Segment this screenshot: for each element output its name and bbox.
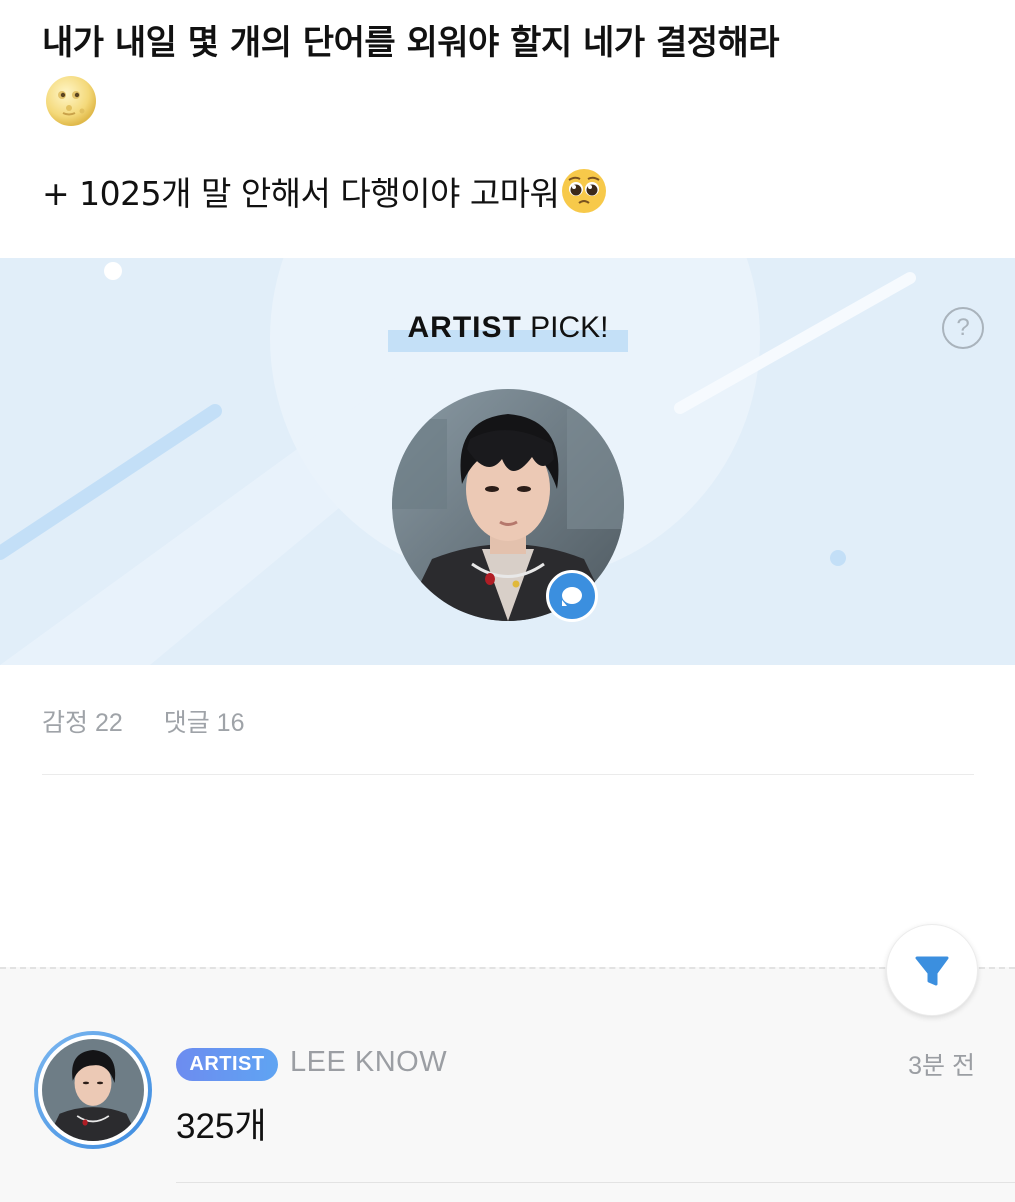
comment-time: 3분 전	[908, 1052, 975, 1080]
artist-pick-title: ARTIST PICK!	[388, 310, 628, 352]
comment-text: 325개	[176, 1107, 267, 1146]
artist-photo-small	[42, 1039, 144, 1141]
help-icon[interactable]: ?	[942, 307, 984, 349]
post-stats: 감정 22 댓글 16	[42, 703, 278, 739]
comment-divider	[176, 1182, 1015, 1183]
artist-pick-banner: ARTIST PICK! ?	[0, 258, 1015, 665]
emotions-count[interactable]: 감정 22	[42, 709, 123, 737]
artist-pick-title-bold: ARTIST	[407, 311, 522, 344]
artist-pick-title-rest: PICK!	[521, 311, 609, 344]
avatar[interactable]	[34, 1031, 152, 1149]
filter-button[interactable]	[886, 924, 978, 1016]
comment-section	[0, 967, 1015, 1202]
post-note: + 1025개 말 안해서 다행이야 고마워	[42, 168, 607, 219]
divider	[42, 774, 974, 775]
new-moon-with-face-icon	[46, 76, 96, 126]
post-note-text: + 1025개 말 안해서 다행이야 고마워	[42, 174, 560, 213]
pleading-face-icon	[562, 169, 607, 213]
post-title: 내가 내일 몇 개의 단어를 외워야 할지 네가 결정해라	[42, 23, 780, 63]
comments-count[interactable]: 댓글 16	[164, 709, 245, 737]
filter-icon	[915, 956, 949, 986]
comment-author[interactable]: LEE KNOW	[290, 1046, 447, 1079]
artist-badge: ARTIST	[176, 1048, 278, 1081]
chat-bubble-icon	[546, 570, 598, 622]
